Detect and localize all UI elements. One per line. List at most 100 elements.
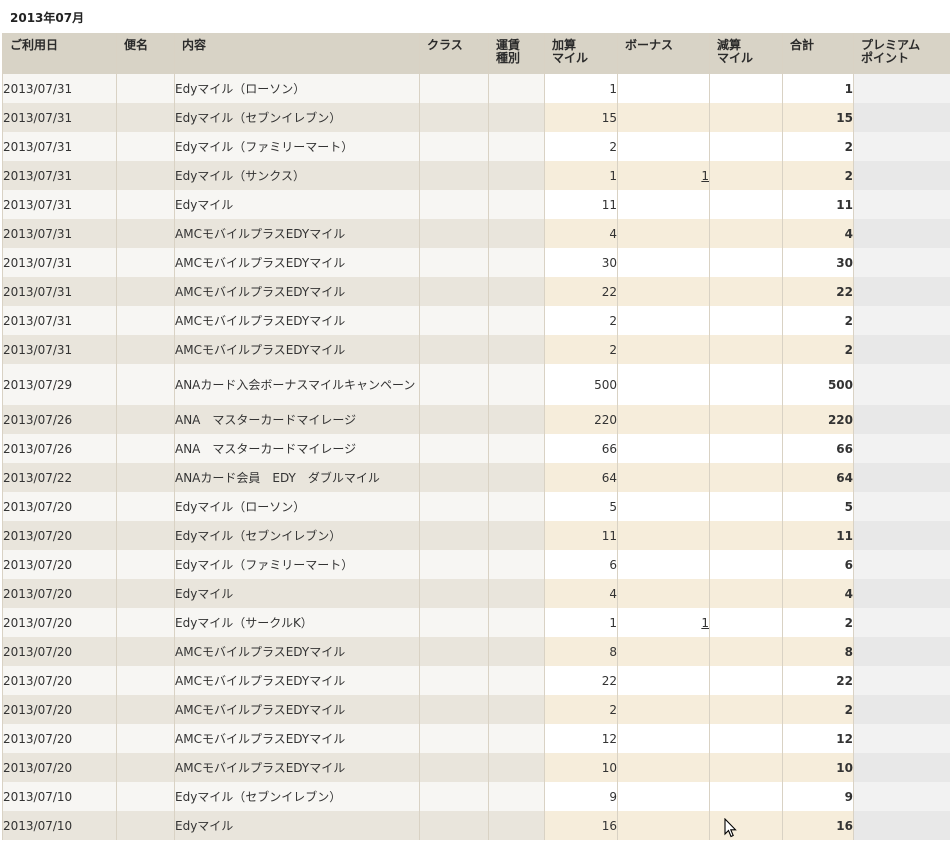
minus-miles-cell — [709, 695, 783, 724]
plus-miles-cell: 11 — [544, 521, 618, 550]
class-cell — [419, 695, 489, 724]
date-cell: 2013/07/31 — [2, 248, 117, 277]
content-cell: ANAカード会員 EDY ダブルマイル — [174, 463, 420, 492]
class-cell — [419, 637, 489, 666]
class-cell — [419, 306, 489, 335]
plus-miles-cell: 2 — [544, 335, 618, 364]
premium-points-cell — [853, 190, 950, 219]
minus-miles-cell — [709, 161, 783, 190]
flight-cell — [116, 74, 175, 103]
plus-miles-cell: 16 — [544, 811, 618, 840]
date-cell: 2013/07/20 — [2, 579, 117, 608]
minus-miles-cell — [709, 74, 783, 103]
mouse-pointer-icon — [724, 818, 737, 838]
bonus-cell — [617, 579, 710, 608]
col-header-plus-miles: 加算 マイル — [544, 33, 618, 74]
total-cell: 2 — [782, 335, 854, 364]
plus-miles-cell: 22 — [544, 277, 618, 306]
minus-miles-cell — [709, 219, 783, 248]
date-cell: 2013/07/26 — [2, 434, 117, 463]
premium-points-cell — [853, 608, 950, 637]
date-cell: 2013/07/31 — [2, 103, 117, 132]
content-cell: AMCモバイルプラスEDYマイル — [174, 219, 420, 248]
total-cell: 30 — [782, 248, 854, 277]
minus-miles-cell — [709, 103, 783, 132]
content-cell: Edyマイル（サンクス） — [174, 161, 420, 190]
content-cell: Edyマイル（ファミリーマート） — [174, 550, 420, 579]
minus-miles-cell — [709, 608, 783, 637]
date-cell: 2013/07/29 — [2, 364, 117, 405]
total-cell: 15 — [782, 103, 854, 132]
total-cell: 8 — [782, 637, 854, 666]
minus-miles-cell — [709, 724, 783, 753]
content-cell: AMCモバイルプラスEDYマイル — [174, 277, 420, 306]
bonus-link[interactable]: 1 — [701, 169, 709, 183]
premium-points-cell — [853, 306, 950, 335]
fare-type-cell — [488, 579, 545, 608]
table-row: 2013/07/26 ANA マスターカードマイレージ 66 66 — [2, 434, 950, 463]
col-header-date: ご利用日 — [2, 33, 117, 74]
flight-cell — [116, 608, 175, 637]
bonus-cell — [617, 695, 710, 724]
minus-miles-cell — [709, 463, 783, 492]
plus-miles-cell: 6 — [544, 550, 618, 579]
total-cell: 11 — [782, 521, 854, 550]
fare-type-cell — [488, 434, 545, 463]
premium-points-cell — [853, 724, 950, 753]
bonus-cell: 1 — [617, 608, 710, 637]
flight-cell — [116, 306, 175, 335]
fare-type-cell — [488, 364, 545, 405]
month-title: 2013年07月 — [10, 11, 85, 25]
minus-miles-cell — [709, 666, 783, 695]
class-cell — [419, 811, 489, 840]
table-row: 2013/07/20 AMCモバイルプラスEDYマイル 2 2 — [2, 695, 950, 724]
flight-cell — [116, 364, 175, 405]
fare-type-cell — [488, 782, 545, 811]
content-cell: AMCモバイルプラスEDYマイル — [174, 637, 420, 666]
table-row: 2013/07/10 Edyマイル（セブンイレブン） 9 9 — [2, 782, 950, 811]
minus-miles-cell — [709, 579, 783, 608]
fare-type-cell — [488, 74, 545, 103]
premium-points-cell — [853, 132, 950, 161]
class-cell — [419, 550, 489, 579]
content-cell: AMCモバイルプラスEDYマイル — [174, 753, 420, 782]
premium-points-cell — [853, 248, 950, 277]
minus-miles-cell — [709, 190, 783, 219]
minus-miles-cell — [709, 811, 783, 840]
table-row: 2013/07/20 AMCモバイルプラスEDYマイル 22 22 — [2, 666, 950, 695]
col-header-content: 内容 — [174, 33, 420, 74]
plus-miles-cell: 220 — [544, 405, 618, 434]
date-cell: 2013/07/31 — [2, 306, 117, 335]
flight-cell — [116, 434, 175, 463]
content-cell: AMCモバイルプラスEDYマイル — [174, 724, 420, 753]
plus-miles-cell: 66 — [544, 434, 618, 463]
plus-miles-cell: 1 — [544, 74, 618, 103]
fare-type-cell — [488, 190, 545, 219]
fare-type-cell — [488, 811, 545, 840]
premium-points-cell — [853, 103, 950, 132]
bonus-cell — [617, 782, 710, 811]
premium-points-cell — [853, 811, 950, 840]
class-cell — [419, 434, 489, 463]
plus-miles-cell: 9 — [544, 782, 618, 811]
plus-miles-cell: 500 — [544, 364, 618, 405]
plus-miles-cell: 22 — [544, 666, 618, 695]
minus-miles-cell — [709, 335, 783, 364]
bonus-cell — [617, 364, 710, 405]
flight-cell — [116, 248, 175, 277]
date-cell: 2013/07/20 — [2, 492, 117, 521]
bonus-cell — [617, 103, 710, 132]
table-row: 2013/07/26 ANA マスターカードマイレージ 220 220 — [2, 405, 950, 434]
fare-type-cell — [488, 463, 545, 492]
class-cell — [419, 364, 489, 405]
content-cell: Edyマイル（セブンイレブン） — [174, 521, 420, 550]
bonus-link[interactable]: 1 — [701, 616, 709, 630]
col-header-total: 合計 — [782, 33, 854, 74]
content-cell: Edyマイル（ローソン） — [174, 74, 420, 103]
bonus-cell — [617, 666, 710, 695]
fare-type-cell — [488, 248, 545, 277]
fare-type-cell — [488, 753, 545, 782]
total-cell: 6 — [782, 550, 854, 579]
total-cell: 16 — [782, 811, 854, 840]
premium-points-cell — [853, 463, 950, 492]
